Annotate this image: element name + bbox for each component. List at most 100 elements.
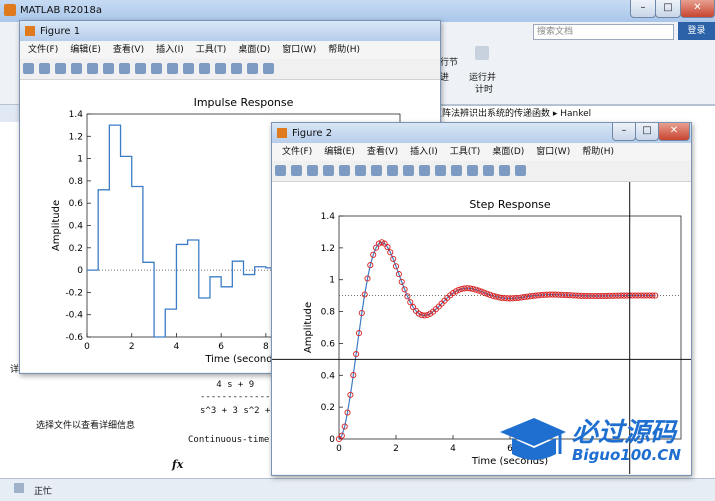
y-tick-label: -0.6 (65, 333, 83, 343)
matlab-title: MATLAB R2018a (20, 5, 103, 16)
save-icon[interactable] (307, 165, 318, 176)
ribbon-label-2: 进 (440, 73, 450, 83)
legend-icon[interactable] (231, 63, 242, 74)
hide-tools-icon[interactable] (499, 165, 510, 176)
graduation-cap-icon (500, 418, 566, 460)
open-file-icon[interactable] (39, 63, 50, 74)
menu-file[interactable]: 文件(F) (282, 147, 312, 157)
menu-file[interactable]: 文件(F) (28, 45, 58, 55)
brush-icon[interactable] (435, 165, 446, 176)
run-time-icon[interactable] (475, 46, 489, 60)
menu-tools[interactable]: 工具(T) (196, 45, 227, 55)
new-figure-icon[interactable] (23, 63, 34, 74)
y-tick-label: 0.6 (69, 199, 84, 209)
search-input[interactable]: 搜索文档 (533, 24, 674, 40)
menu-window[interactable]: 窗口(W) (536, 147, 570, 157)
y-tick-label: -0.4 (65, 311, 83, 321)
zoom-in-icon[interactable] (355, 165, 366, 176)
new-figure-icon[interactable] (275, 165, 286, 176)
ribbon-label-1: 行节 (440, 58, 459, 68)
print-icon[interactable] (323, 165, 334, 176)
menu-help[interactable]: 帮助(H) (328, 45, 360, 55)
y-tick-label: 0.4 (69, 222, 84, 232)
close-button[interactable]: ✕ (680, 0, 715, 18)
pan-icon[interactable] (135, 63, 146, 74)
y-tick-label: 1.4 (321, 212, 336, 222)
close-button[interactable]: ✕ (658, 123, 690, 141)
y-tick-label: 0.4 (321, 371, 336, 381)
menu-edit[interactable]: 编辑(E) (70, 45, 101, 55)
rotate-icon[interactable] (403, 165, 414, 176)
menu-view[interactable]: 查看(V) (113, 45, 144, 55)
menu-help[interactable]: 帮助(H) (582, 147, 614, 157)
menu-edit[interactable]: 编辑(E) (324, 147, 355, 157)
dock-icon[interactable] (515, 165, 526, 176)
data-cursor-icon[interactable] (419, 165, 430, 176)
zoom-out-icon[interactable] (371, 165, 382, 176)
login-button[interactable]: 登录 (678, 22, 715, 40)
figure-1-toolbar (20, 59, 440, 80)
y-tick-label: 1.4 (69, 110, 84, 120)
legend-icon[interactable] (483, 165, 494, 176)
matlab-title-bar: MATLAB R2018a – □ ✕ (0, 0, 715, 22)
cmd-line-4: Continuous-time (188, 435, 270, 445)
pan-icon[interactable] (387, 165, 398, 176)
dock-icon[interactable] (263, 63, 274, 74)
x-tick-label: 0 (84, 342, 90, 352)
zoom-out-icon[interactable] (119, 63, 130, 74)
watermark-cn: 必过源码 (572, 418, 677, 448)
x-tick-label: 0 (336, 444, 342, 454)
colorbar-icon[interactable] (467, 165, 478, 176)
x-tick-label: 2 (393, 444, 399, 454)
figure-2-toolbar (272, 161, 691, 182)
chart-title: Step Response (469, 198, 551, 211)
maximize-button[interactable]: □ (635, 123, 659, 141)
pointer-icon[interactable] (87, 63, 98, 74)
details-message: 选择文件以查看详细信息 (36, 421, 136, 431)
menu-tools[interactable]: 工具(T) (450, 147, 481, 157)
menu-desktop[interactable]: 桌面(D) (238, 45, 270, 55)
menu-desktop[interactable]: 桌面(D) (492, 147, 524, 157)
zoom-in-icon[interactable] (103, 63, 114, 74)
chart-title: Impulse Response (194, 96, 294, 109)
link-icon[interactable] (199, 63, 210, 74)
link-icon[interactable] (451, 165, 462, 176)
status-text: 正忙 (34, 487, 53, 497)
minimize-button[interactable]: – (612, 123, 636, 141)
data-cursor-icon[interactable] (167, 63, 178, 74)
address-bar[interactable]: 矩阵法辨识出系统的传递函数 ▸ Hankel (396, 105, 715, 123)
y-tick-label: 0 (77, 266, 83, 276)
y-tick-label: 1 (77, 155, 83, 165)
menu-window[interactable]: 窗口(W) (282, 45, 316, 55)
menu-view[interactable]: 查看(V) (367, 147, 398, 157)
figure-1-title: Figure 1 (40, 26, 81, 37)
open-file-icon[interactable] (291, 165, 302, 176)
rotate-icon[interactable] (151, 63, 162, 74)
brush-icon[interactable] (183, 63, 194, 74)
cmd-line-1: 4 s + 9 (200, 380, 255, 390)
minimize-button[interactable]: – (630, 0, 656, 18)
menu-insert[interactable]: 插入(I) (156, 45, 184, 55)
details-tab[interactable]: 详 (10, 362, 19, 375)
x-tick-label: 4 (450, 444, 456, 454)
save-icon[interactable] (55, 63, 66, 74)
y-tick-label: 1.2 (69, 132, 83, 142)
status-icon (14, 483, 24, 493)
y-tick-label: 0.8 (321, 308, 336, 318)
menu-insert[interactable]: 插入(I) (410, 147, 438, 157)
run-and-time-label-2[interactable]: 计时 (475, 82, 493, 95)
watermark-en: Biguo100.CN (572, 446, 681, 464)
figure-1-title-bar[interactable]: Figure 1 (20, 21, 440, 41)
pointer-icon[interactable] (339, 165, 350, 176)
maximize-button[interactable]: □ (655, 0, 681, 18)
figure-2-title: Figure 2 (292, 128, 333, 139)
hide-tools-icon[interactable] (247, 63, 258, 74)
figure-1-menubar: 文件(F) 编辑(E) 查看(V) 插入(I) 工具(T) 桌面(D) 窗口(W) 帮助(H) (20, 41, 440, 59)
matlab-logo-icon (4, 4, 16, 16)
figure-icon (277, 128, 287, 138)
print-icon[interactable] (71, 63, 82, 74)
status-bar: 正忙 (0, 478, 715, 501)
figure-2-title-bar[interactable]: Figure 2 – □ ✕ (272, 123, 691, 143)
y-tick-label: 1.2 (321, 244, 335, 254)
colorbar-icon[interactable] (215, 63, 226, 74)
